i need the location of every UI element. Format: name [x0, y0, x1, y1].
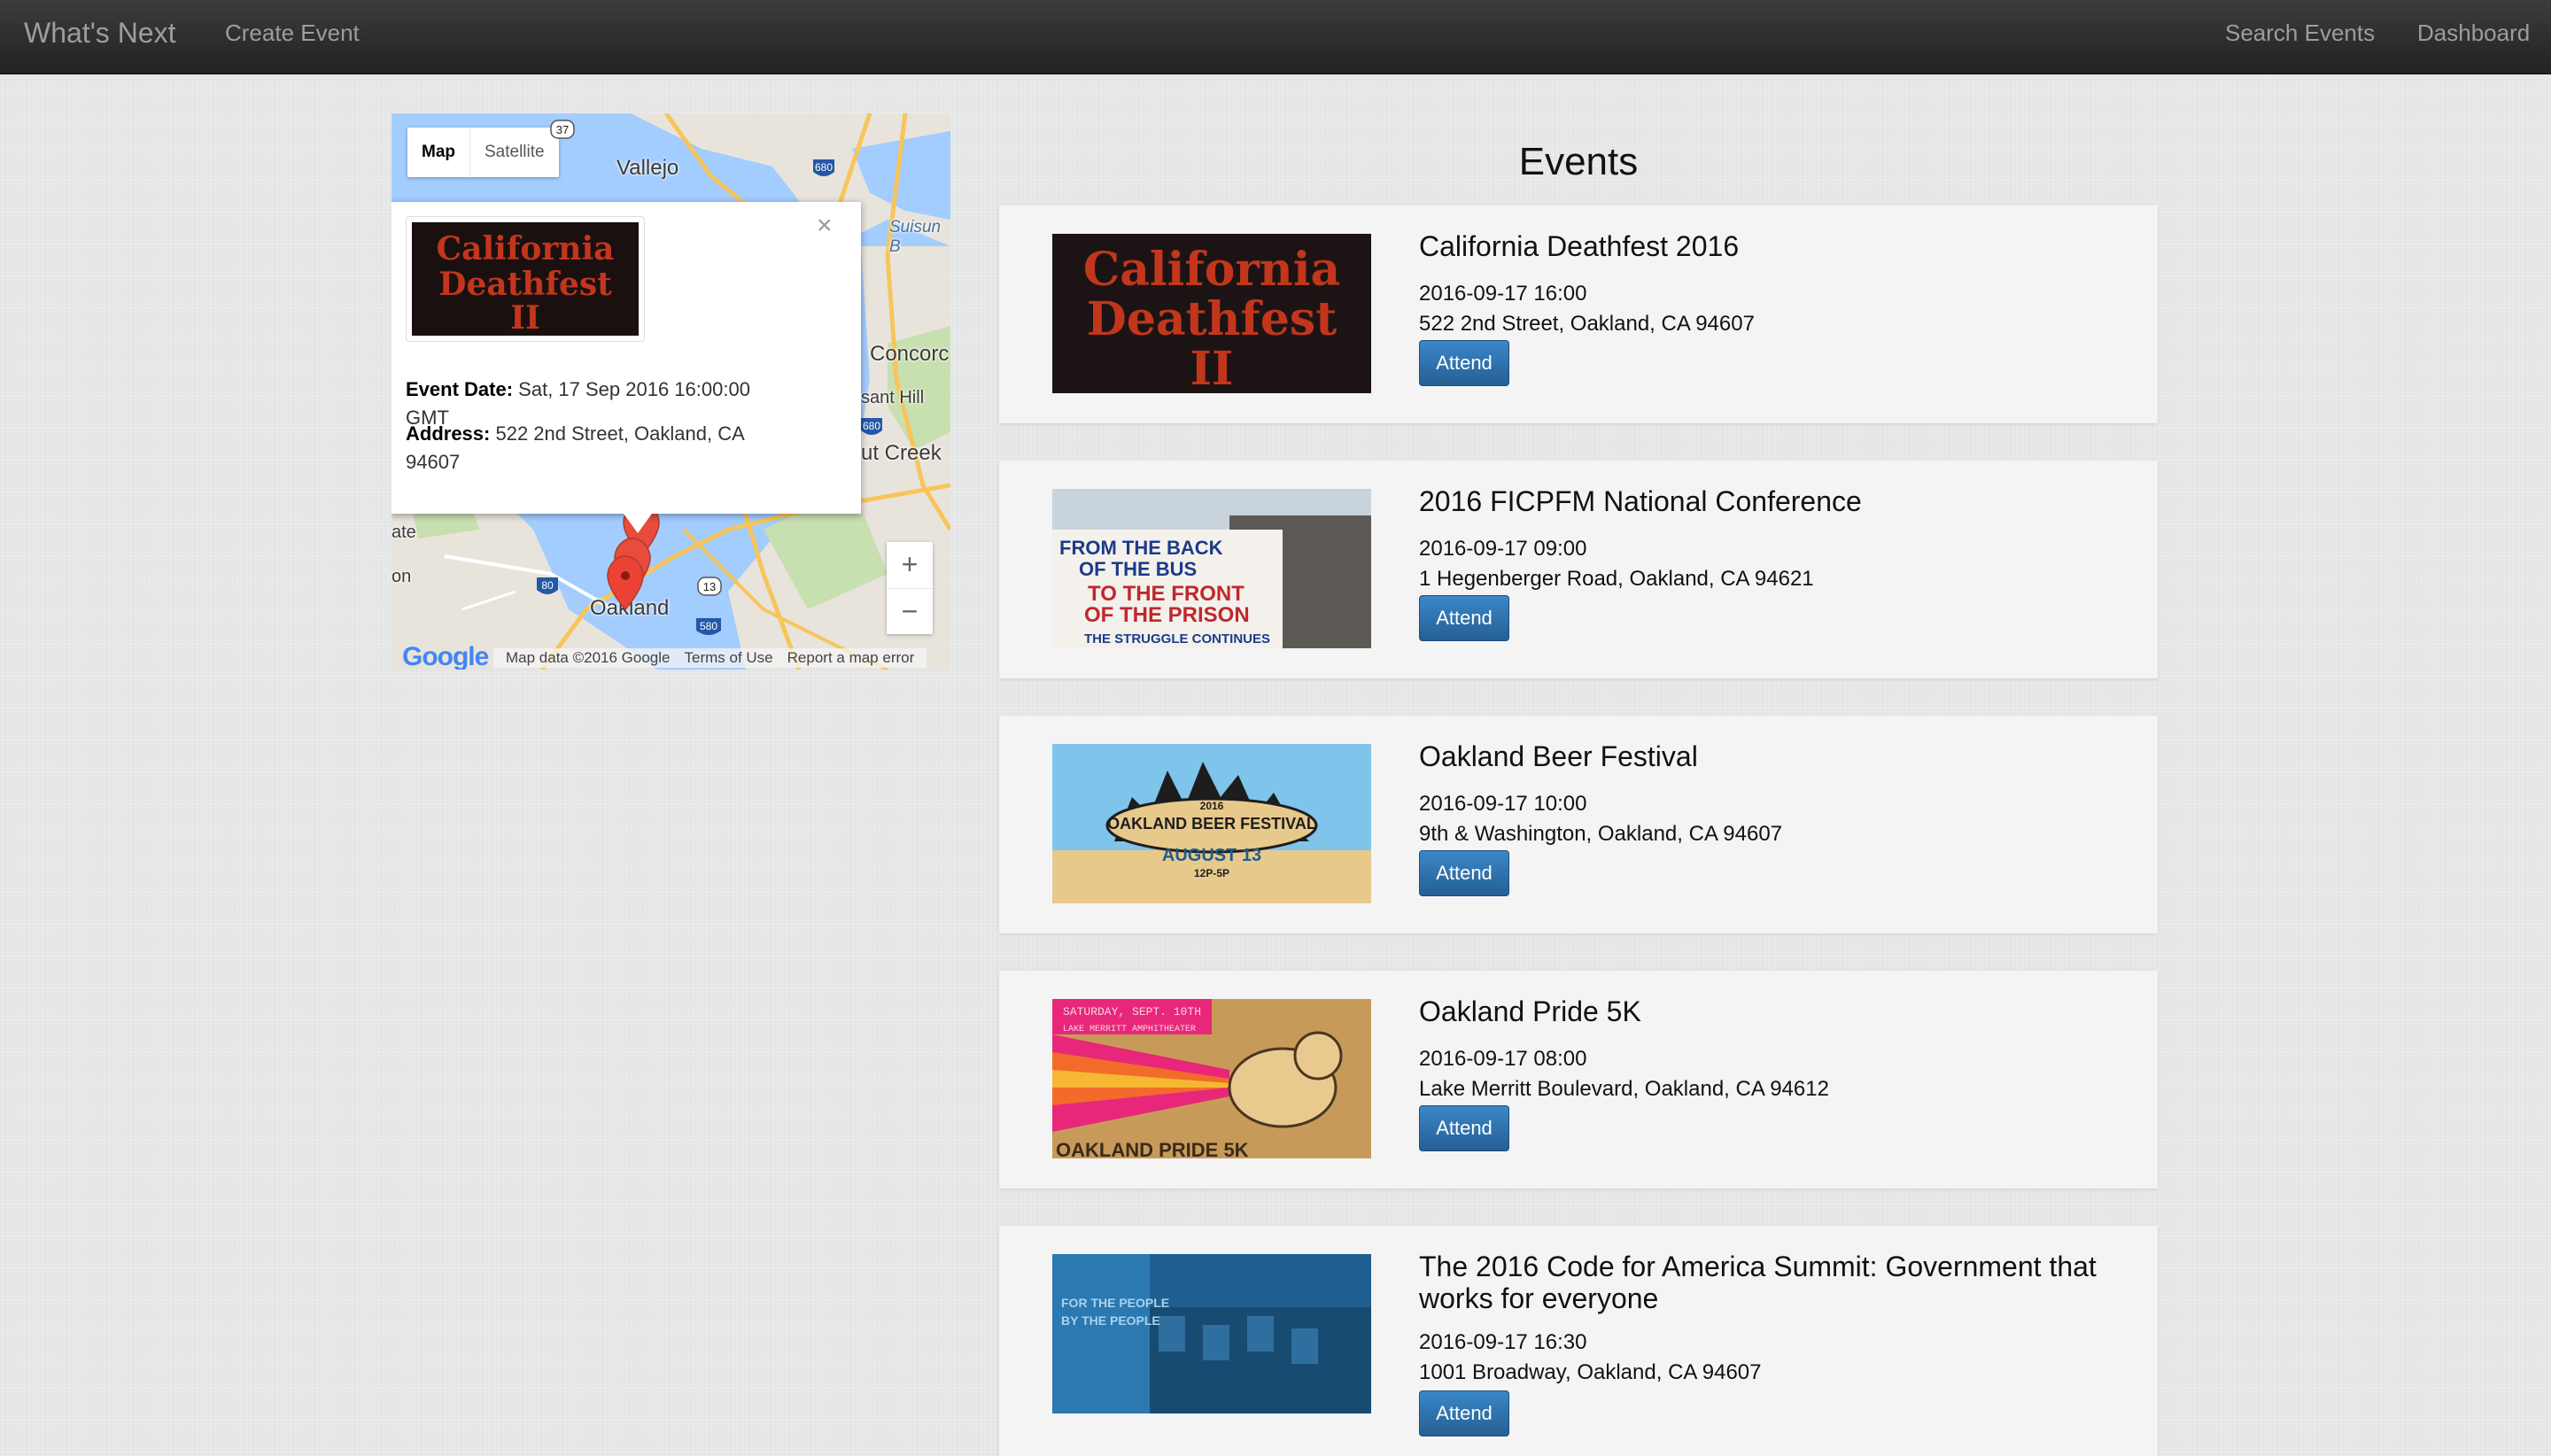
- pride-5k-poster-image: SATURDAY, SEPT. 10TH LAKE MERRITT AMPHIT…: [1052, 999, 1371, 1158]
- event-thumbnail[interactable]: California Deathfest II: [1052, 234, 1371, 393]
- event-card: SATURDAY, SEPT. 10TH LAKE MERRITT AMPHIT…: [999, 971, 2158, 1189]
- svg-text:THE STRUGGLE CONTINUES: THE STRUGGLE CONTINUES: [1084, 631, 1270, 647]
- event-title[interactable]: The 2016 Code for America Summit: Govern…: [1419, 1251, 2110, 1314]
- svg-text:Deathfest: Deathfest: [438, 266, 612, 303]
- event-datetime: 2016-09-17 16:30: [1419, 1330, 1587, 1354]
- event-card: California Deathfest II California Death…: [999, 205, 2158, 423]
- event-title[interactable]: 2016 FICPFM National Conference: [1419, 485, 2110, 517]
- interstate-shield-icon: 680: [861, 418, 882, 435]
- svg-text:OAKLAND BEER FESTIVAL: OAKLAND BEER FESTIVAL: [1107, 815, 1316, 833]
- svg-text:680: 680: [815, 161, 833, 174]
- attend-button[interactable]: Attend: [1419, 1105, 1509, 1151]
- svg-text:12P-5P: 12P-5P: [1194, 867, 1229, 879]
- attend-button[interactable]: Attend: [1419, 340, 1509, 386]
- info-event-thumbnail: California Deathfest II: [406, 216, 645, 342]
- event-card: FOR THE PEOPLE BY THE PEOPLE The 2016 Co…: [999, 1226, 2158, 1456]
- events-heading: Events: [1518, 140, 1639, 183]
- attend-button[interactable]: Attend: [1419, 850, 1509, 896]
- svg-text:BY THE PEOPLE: BY THE PEOPLE: [1061, 1313, 1160, 1328]
- svg-text:680: 680: [863, 420, 880, 432]
- create-event-link[interactable]: Create Event: [225, 0, 360, 66]
- svg-text:II: II: [510, 299, 540, 336]
- svg-text:SATURDAY, SEPT. 10TH: SATURDAY, SEPT. 10TH: [1063, 1005, 1201, 1018]
- svg-text:OF THE BUS: OF THE BUS: [1079, 558, 1197, 580]
- info-date-label: Event Date:: [406, 378, 514, 400]
- event-datetime: 2016-09-17 09:00: [1419, 537, 1587, 561]
- info-address: Address: 522 2nd Street, Oakland, CA 946…: [406, 420, 795, 476]
- highway-shield-icon: 13: [697, 577, 722, 596]
- attend-button[interactable]: Attend: [1419, 1390, 1509, 1437]
- zoom-out-button[interactable]: −: [887, 589, 933, 635]
- events-map[interactable]: Map Satellite Vallejo Suisun B Concorc s…: [392, 113, 950, 670]
- event-thumbnail[interactable]: FROM THE BACK OF THE BUS TO THE FRONT OF…: [1052, 489, 1371, 648]
- terms-link[interactable]: Terms of Use: [678, 649, 780, 667]
- zoom-in-button[interactable]: +: [887, 542, 933, 589]
- event-address: Lake Merritt Boulevard, Oakland, CA 9461…: [1419, 1077, 1829, 1101]
- beer-festival-poster-image: 2016 OAKLAND BEER FESTIVAL AUGUST 13 12P…: [1052, 744, 1371, 903]
- map-data-credit: Map data ©2016 Google: [506, 649, 671, 666]
- event-address: 9th & Washington, Oakland, CA 94607: [1419, 822, 1783, 846]
- svg-text:TO THE FRONT: TO THE FRONT: [1088, 582, 1244, 606]
- event-datetime: 2016-09-17 16:00: [1419, 282, 1587, 306]
- svg-text:OAKLAND PRIDE 5K: OAKLAND PRIDE 5K: [1056, 1139, 1249, 1158]
- code-for-america-image: FOR THE PEOPLE BY THE PEOPLE: [1052, 1254, 1371, 1413]
- svg-text:LAKE MERRITT AMPHITHEATER: LAKE MERRITT AMPHITHEATER: [1063, 1025, 1196, 1034]
- event-thumbnail[interactable]: SATURDAY, SEPT. 10TH LAKE MERRITT AMPHIT…: [1052, 999, 1371, 1158]
- svg-text:FROM THE BACK: FROM THE BACK: [1059, 537, 1223, 559]
- svg-text:2016: 2016: [1200, 800, 1224, 812]
- info-window-pointer: [624, 514, 652, 533]
- event-title[interactable]: California Deathfest 2016: [1419, 230, 2110, 262]
- map-attribution: Map data ©2016 Google Terms of Use Repor…: [493, 648, 927, 668]
- event-title[interactable]: Oakland Beer Festival: [1419, 740, 2110, 772]
- svg-text:OF THE PRISON: OF THE PRISON: [1084, 603, 1250, 627]
- report-map-error-link[interactable]: Report a map error: [780, 649, 922, 667]
- deathfest-poster-image: California Deathfest II: [412, 222, 639, 337]
- search-events-link[interactable]: Search Events: [2225, 0, 2375, 66]
- interstate-shield-icon: 80: [537, 577, 558, 594]
- google-logo: Google: [402, 642, 489, 670]
- event-thumbnail[interactable]: 2016 OAKLAND BEER FESTIVAL AUGUST 13 12P…: [1052, 744, 1371, 903]
- event-card: FROM THE BACK OF THE BUS TO THE FRONT OF…: [999, 461, 2158, 678]
- deathfest-poster-image: California Deathfest II: [1052, 234, 1371, 393]
- zoom-control: + −: [887, 542, 933, 634]
- event-datetime: 2016-09-17 10:00: [1419, 792, 1587, 816]
- attend-button[interactable]: Attend: [1419, 595, 1509, 641]
- top-navbar: What's Next Create Event Search Events D…: [0, 0, 2551, 74]
- svg-text:13: 13: [703, 580, 716, 593]
- svg-text:California: California: [1083, 243, 1340, 297]
- ficpfm-march-image: FROM THE BACK OF THE BUS TO THE FRONT OF…: [1052, 489, 1371, 648]
- interstate-shield-icon: 680: [813, 159, 834, 176]
- info-address-label: Address:: [406, 422, 491, 445]
- event-datetime: 2016-09-17 08:00: [1419, 1047, 1587, 1071]
- dashboard-link[interactable]: Dashboard: [2417, 0, 2530, 66]
- svg-text:Deathfest: Deathfest: [1087, 292, 1337, 346]
- brand-link[interactable]: What's Next: [24, 0, 175, 66]
- info-close-icon[interactable]: ×: [817, 211, 833, 241]
- svg-text:37: 37: [556, 123, 569, 136]
- svg-text:AUGUST 13: AUGUST 13: [1162, 846, 1261, 865]
- svg-text:II: II: [1190, 342, 1234, 393]
- highway-shield-icon: 37: [550, 120, 575, 139]
- event-address: 1 Hegenberger Road, Oakland, CA 94621: [1419, 567, 1814, 591]
- event-thumbnail[interactable]: FOR THE PEOPLE BY THE PEOPLE: [1052, 1254, 1371, 1413]
- map-footer: Google Map data ©2016 Google Terms of Us…: [392, 642, 950, 670]
- map-info-window: California Deathfest II × Event Date: Sa…: [392, 202, 861, 514]
- event-card: 2016 OAKLAND BEER FESTIVAL AUGUST 13 12P…: [999, 716, 2158, 933]
- svg-text:California: California: [437, 230, 615, 267]
- event-address: 522 2nd Street, Oakland, CA 94607: [1419, 312, 1755, 336]
- interstate-shield-icon: 580: [696, 618, 721, 635]
- event-title[interactable]: Oakland Pride 5K: [1419, 995, 2110, 1027]
- svg-text:580: 580: [700, 620, 717, 632]
- svg-text:FOR THE PEOPLE: FOR THE PEOPLE: [1061, 1296, 1169, 1310]
- svg-text:80: 80: [541, 579, 554, 592]
- event-address: 1001 Broadway, Oakland, CA 94607: [1419, 1360, 1762, 1384]
